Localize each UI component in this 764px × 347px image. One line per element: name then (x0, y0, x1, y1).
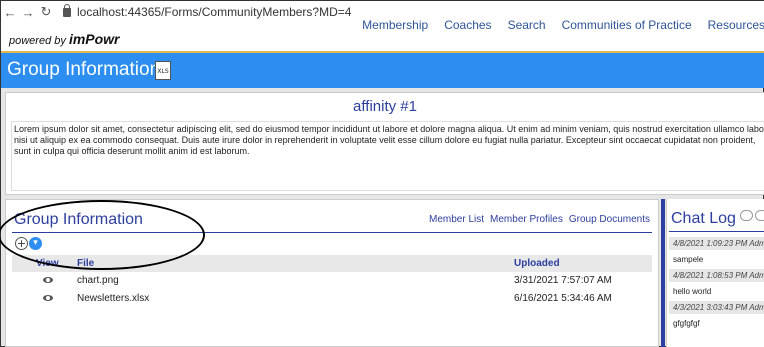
top-navigation: Membership Coaches Search Communities of… (362, 18, 764, 32)
view-eye-icon[interactable] (43, 277, 53, 283)
chat-message-text: sampele (673, 255, 704, 264)
table-row: chart.png 3/31/2021 7:57:07 AM (12, 273, 652, 290)
chat-title: Chat Log (671, 210, 736, 227)
nav-resources[interactable]: Resources (708, 18, 764, 32)
page-title: Group Information (7, 59, 161, 80)
chat-bubble-icon[interactable] (740, 210, 753, 221)
group-info-panel: affinity #1 Lorem ipsum dolor sit amet, … (5, 92, 764, 195)
uploaded-date: 6/16/2021 5:34:46 AM (514, 293, 612, 304)
chat-message-meta: 4/3/2021 3:03:43 PM Admin (669, 301, 764, 314)
view-eye-icon[interactable] (43, 295, 53, 301)
member-profiles-link[interactable]: Member Profiles (490, 214, 563, 225)
nav-search[interactable]: Search (508, 18, 546, 32)
app-header: powered by imPowr Membership Coaches Sea… (1, 18, 764, 53)
nav-coaches[interactable]: Coaches (444, 18, 491, 32)
back-icon[interactable]: ← (1, 5, 19, 20)
lock-icon (63, 3, 71, 17)
chat-log-panel: Chat Log 4/8/2021 1:09:23 PM Admin sampe… (666, 199, 764, 347)
chat-message-meta: 4/8/2021 1:08:53 PM Admin (669, 269, 764, 282)
file-name[interactable]: Newsletters.xlsx (77, 293, 149, 304)
powered-by-text: powered by (9, 35, 66, 47)
chat-divider (669, 231, 764, 232)
panel-links: Member List Member Profiles Group Docume… (429, 214, 650, 225)
brand-name: imPowr (68, 31, 120, 47)
chat-message-meta: 4/8/2021 1:09:23 PM Admin (669, 237, 764, 250)
uploaded-date: 3/31/2021 7:57:07 AM (514, 275, 612, 286)
chat-message-text: gfgfgfgf (673, 319, 700, 328)
panel-splitter[interactable] (661, 199, 665, 347)
group-description: Lorem ipsum dolor sit amet, consectetur … (14, 124, 764, 156)
member-list-link[interactable]: Member List (429, 214, 484, 225)
excel-export-icon[interactable]: XLS (155, 61, 171, 80)
powered-by-logo: powered by imPowr (9, 31, 120, 47)
nav-communities-of-practice[interactable]: Communities of Practice (562, 18, 692, 32)
group-documents-link[interactable]: Group Documents (569, 214, 650, 225)
table-row: Newsletters.xlsx 6/16/2021 5:34:46 AM (12, 291, 652, 308)
chat-bubble-icon[interactable] (755, 210, 764, 221)
hand-drawn-ellipse-annotation (0, 200, 205, 270)
column-uploaded[interactable]: Uploaded (514, 258, 560, 269)
nav-membership[interactable]: Membership (362, 18, 428, 32)
group-name: affinity #1 (353, 98, 417, 115)
chat-message-text: hello world (673, 287, 712, 296)
url-field[interactable]: localhost:44365/Forms/CommunityMembers?M… (77, 5, 351, 19)
forward-icon[interactable]: → (19, 5, 37, 20)
page-title-bar: Group Information XLS (1, 53, 764, 88)
reload-icon[interactable]: ↻ (37, 4, 55, 20)
file-name[interactable]: chart.png (77, 275, 119, 286)
